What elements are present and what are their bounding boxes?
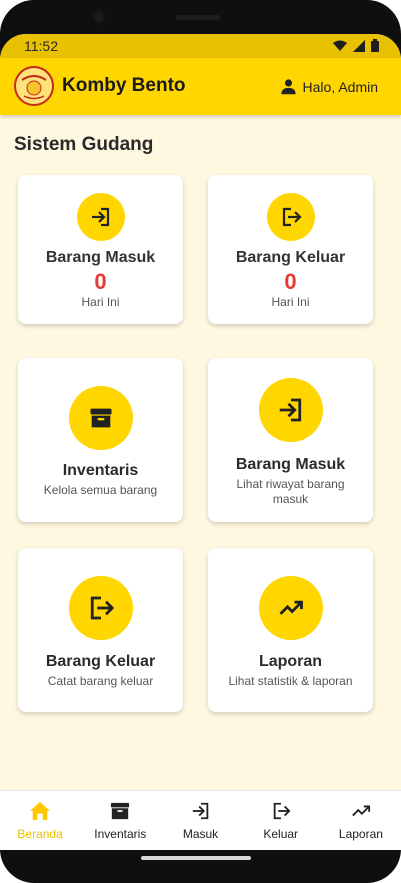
menu-label: Laporan [258, 653, 323, 670]
nav-item-laporan[interactable]: Laporan [321, 791, 401, 850]
stat-value: 0 [94, 269, 107, 294]
trending-up-icon [258, 576, 323, 640]
status-bar: 11:52 [0, 34, 401, 58]
menu-card-barang-keluar[interactable]: Barang Keluar Catat barang keluar [18, 548, 183, 712]
screen: 11:52 Komby Bento Halo, Admin Sistem Gud… [0, 34, 401, 850]
stat-value: 0 [284, 269, 297, 294]
nav-label: Beranda [17, 827, 63, 841]
nav-item-masuk[interactable]: Masuk [160, 791, 240, 850]
wifi-icon [333, 40, 347, 51]
archive-icon [68, 386, 133, 450]
menu-card-barang-masuk[interactable]: Barang Masuk Lihat riwayat barang masuk [208, 358, 373, 522]
logout-icon [266, 193, 315, 241]
logout-icon [68, 576, 133, 640]
speaker [176, 15, 220, 20]
person-icon [280, 79, 296, 95]
menu-card-inventaris[interactable]: Inventaris Kelola semua barang [18, 358, 183, 522]
section-title: Sistem Gudang [14, 134, 154, 155]
logout-icon [273, 802, 291, 820]
status-time: 11:52 [24, 38, 58, 54]
trending-up-icon [352, 805, 370, 817]
user-greeting[interactable]: Halo, Admin [280, 78, 378, 95]
menu-label: Barang Keluar [45, 653, 156, 670]
signal-icon [353, 39, 365, 52]
nav-label: Masuk [182, 827, 219, 841]
bottom-navigation: Beranda Inventaris Masuk Keluar Laporan [0, 790, 401, 850]
phone-frame: 11:52 Komby Bento Halo, Admin Sistem Gud… [0, 0, 401, 883]
menu-label: Inventaris [62, 462, 139, 479]
login-icon [76, 193, 125, 241]
nav-item-inventaris[interactable]: Inventaris [80, 791, 160, 850]
app-bar: Komby Bento Halo, Admin [0, 58, 401, 115]
menu-sub: Lihat statistik & laporan [228, 674, 353, 688]
stat-sub: Hari Ini [271, 295, 310, 309]
status-icons [333, 39, 379, 52]
menu-sub: Catat barang keluar [47, 674, 154, 688]
menu-sub: Kelola semua barang [43, 483, 158, 497]
logo-emblem-icon [18, 70, 50, 102]
menu-label: Barang Masuk [235, 456, 346, 473]
nav-label: Laporan [338, 827, 383, 841]
login-icon [192, 802, 208, 820]
stat-card-barang-masuk: Barang Masuk 0 Hari Ini [18, 175, 183, 324]
stat-label: Barang Masuk [45, 249, 156, 266]
app-logo [14, 66, 54, 106]
archive-icon [111, 802, 130, 820]
menu-card-laporan[interactable]: Laporan Lihat statistik & laporan [208, 548, 373, 712]
nav-label: Inventaris [94, 827, 147, 841]
login-icon [258, 378, 323, 442]
menu-sub: Lihat riwayat barang masuk [236, 477, 345, 506]
stat-card-barang-keluar: Barang Keluar 0 Hari Ini [208, 175, 373, 324]
camera [90, 8, 108, 26]
nav-item-beranda[interactable]: Beranda [0, 791, 80, 850]
app-title: Komby Bento [62, 75, 186, 96]
stat-label: Barang Keluar [235, 249, 346, 266]
home-icon [30, 801, 51, 821]
nav-label: Keluar [263, 827, 299, 841]
nav-item-keluar[interactable]: Keluar [241, 791, 321, 850]
greeting-text: Halo, Admin [302, 78, 378, 95]
home-indicator[interactable] [141, 856, 251, 860]
battery-icon [371, 39, 379, 52]
stat-sub: Hari Ini [81, 295, 120, 309]
